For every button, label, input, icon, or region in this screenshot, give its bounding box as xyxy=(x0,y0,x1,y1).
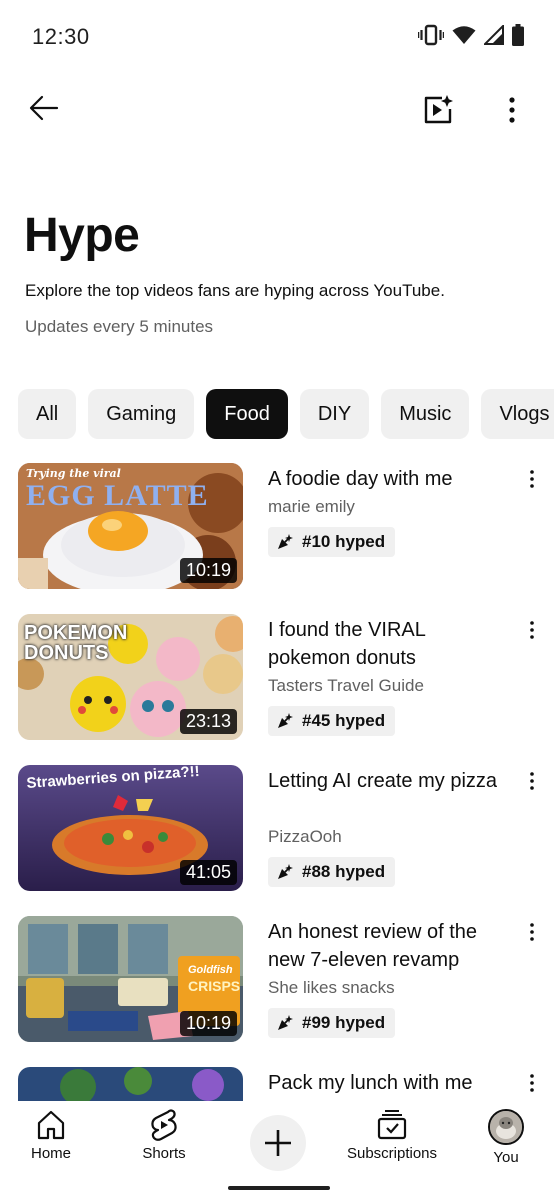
nav-home[interactable]: Home xyxy=(1,1109,101,1162)
vibrate-icon xyxy=(417,24,445,51)
video-title[interactable]: Pack my lunch with me xyxy=(268,1069,508,1097)
more-vert-icon xyxy=(530,772,534,790)
chip-music[interactable]: Music xyxy=(381,389,470,439)
chip-gaming[interactable]: Gaming xyxy=(88,389,195,439)
back-button[interactable] xyxy=(24,88,64,128)
chip-diy[interactable]: DIY xyxy=(299,389,370,439)
page-subtitle: Explore the top videos fans are hyping a… xyxy=(25,281,445,300)
nav-you-label: You xyxy=(493,1149,519,1166)
video-title[interactable]: A foodie day with me xyxy=(268,465,508,493)
video-menu-button[interactable] xyxy=(522,467,542,491)
hype-sparkle-play-icon xyxy=(424,95,453,124)
back-arrow-icon xyxy=(29,95,59,121)
thumbnail-caption-line2: CRISPS xyxy=(188,978,241,994)
more-vert-icon xyxy=(530,923,534,941)
hype-icon xyxy=(278,864,293,879)
status-time: 12:30 xyxy=(32,24,90,49)
hype-rank-label: #88 hyped xyxy=(302,862,386,881)
video-menu-button[interactable] xyxy=(522,1071,542,1095)
video-thumbnail[interactable]: Trying the viral EGG LATTE 10:19 xyxy=(18,463,243,589)
update-frequency-note: Updates every 5 minutes xyxy=(25,317,214,336)
wifi-icon xyxy=(452,25,476,50)
avatar-photo-icon xyxy=(490,1111,522,1143)
video-title[interactable]: Letting AI create my pizza xyxy=(268,767,508,795)
nav-subscriptions-label: Subscriptions xyxy=(346,1145,438,1162)
video-thumbnail[interactable]: Strawberries on pizza?!! 41:05 xyxy=(18,765,243,891)
more-vert-icon xyxy=(530,621,534,639)
video-thumbnail[interactable]: Goldfish CRISPS 10:19 xyxy=(18,916,243,1042)
gesture-home-indicator[interactable] xyxy=(228,1186,330,1190)
chip-vlogs[interactable]: Vlogs xyxy=(481,389,554,439)
create-button[interactable] xyxy=(250,1115,306,1171)
hype-info-button[interactable] xyxy=(416,88,460,132)
video-menu-button[interactable] xyxy=(522,769,542,793)
home-icon xyxy=(37,1110,65,1140)
video-thumbnail[interactable] xyxy=(18,1067,243,1101)
video-duration: 10:19 xyxy=(179,558,237,583)
hype-rank-label: #45 hyped xyxy=(302,711,386,730)
video-title[interactable]: I found the VIRAL pokemon donuts xyxy=(268,616,508,672)
hype-rank-badge: #10 hyped xyxy=(268,527,396,557)
category-chips: All Gaming Food DIY Music Vlogs xyxy=(18,389,554,439)
video-item[interactable]: Goldfish CRISPS 10:19 An honest review o… xyxy=(0,916,554,1044)
video-duration: 10:19 xyxy=(179,1011,237,1036)
cellular-signal-icon xyxy=(482,23,504,50)
bottom-navigation: Home Shorts Subscriptions You xyxy=(0,1101,554,1200)
channel-name[interactable]: marie emily xyxy=(268,497,355,517)
thumbnail-illustration xyxy=(18,1067,243,1101)
hype-icon xyxy=(278,534,293,549)
thumbnail-caption: Goldfish xyxy=(188,964,233,976)
battery-icon xyxy=(512,24,524,51)
hype-icon xyxy=(278,713,293,728)
nav-subscriptions[interactable]: Subscriptions xyxy=(342,1109,442,1162)
video-item[interactable]: Pack my lunch with me xyxy=(0,1067,554,1101)
more-vert-icon xyxy=(530,470,534,488)
hype-rank-badge: #88 hyped xyxy=(268,857,396,887)
nav-you[interactable]: You xyxy=(456,1109,554,1166)
shorts-icon xyxy=(151,1109,177,1141)
video-thumbnail[interactable]: POKEMON DONUTS 23:13 xyxy=(18,614,243,740)
nav-shorts[interactable]: Shorts xyxy=(114,1109,214,1162)
channel-name[interactable]: Tasters Travel Guide xyxy=(268,676,424,696)
video-list: Trying the viral EGG LATTE 10:19 A foodi… xyxy=(0,463,554,1101)
video-menu-button[interactable] xyxy=(522,920,542,944)
nav-home-label: Home xyxy=(30,1145,71,1162)
hype-rank-badge: #45 hyped xyxy=(268,706,396,736)
channel-name[interactable]: She likes snacks xyxy=(268,978,395,998)
hype-rank-label: #99 hyped xyxy=(302,1013,386,1032)
plus-icon xyxy=(265,1130,291,1156)
video-duration: 23:13 xyxy=(179,709,237,734)
hype-icon xyxy=(278,1015,293,1030)
channel-name[interactable]: PizzaOoh xyxy=(268,827,342,847)
hype-rank-label: #10 hyped xyxy=(302,532,386,551)
subscriptions-icon xyxy=(377,1110,407,1140)
top-app-bar xyxy=(0,80,554,140)
video-title[interactable]: An honest review of the new 7-eleven rev… xyxy=(268,918,508,974)
more-vert-icon xyxy=(530,1074,534,1092)
video-item[interactable]: Trying the viral EGG LATTE 10:19 A foodi… xyxy=(0,463,554,591)
hype-rank-badge: #99 hyped xyxy=(268,1008,396,1038)
user-avatar xyxy=(488,1109,524,1145)
more-vert-icon xyxy=(509,97,515,123)
status-bar: 12:30 xyxy=(0,0,554,72)
nav-shorts-label: Shorts xyxy=(142,1145,186,1162)
thumbnail-caption-line2: DONUTS xyxy=(24,642,109,664)
video-duration: 41:05 xyxy=(179,860,237,885)
chip-food[interactable]: Food xyxy=(206,389,288,439)
status-icons xyxy=(417,23,524,51)
video-item[interactable]: Strawberries on pizza?!! 41:05 Letting A… xyxy=(0,765,554,893)
page-title: Hype xyxy=(24,209,140,262)
thumbnail-caption: EGG LATTE xyxy=(26,479,209,512)
video-menu-button[interactable] xyxy=(522,618,542,642)
video-item[interactable]: POKEMON DONUTS 23:13 I found the VIRAL p… xyxy=(0,614,554,742)
more-options-button[interactable] xyxy=(492,88,532,132)
chip-all[interactable]: All xyxy=(18,389,77,439)
